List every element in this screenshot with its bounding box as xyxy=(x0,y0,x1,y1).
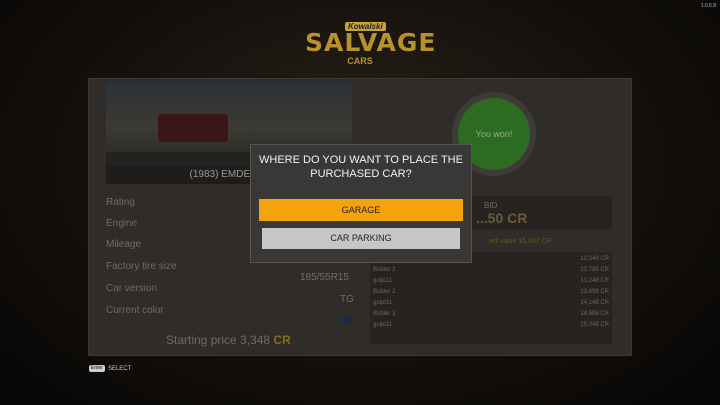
spec-label-color: Current color xyxy=(106,305,164,316)
car-parking-button[interactable]: CAR PARKING xyxy=(262,228,460,249)
garage-button[interactable]: GARAGE xyxy=(259,199,463,221)
spec-label-engine: Engine xyxy=(106,218,138,229)
bid-box: BID ...50 CR xyxy=(470,196,612,230)
spec-label-rating: Rating xyxy=(106,197,135,208)
estimated-value: ...ed value 16,657 CR xyxy=(484,238,552,245)
bidder-value: 12,348 CR xyxy=(580,256,609,262)
footer-hint: Enter SELECT xyxy=(89,365,131,372)
bid-value: ...50 CR xyxy=(476,210,527,226)
bidder-value: 13,248 CR xyxy=(580,278,609,284)
bidder-name: Bidder 2 xyxy=(373,289,396,295)
bidder-name: Bidder 3 xyxy=(373,311,396,317)
bid-label: BID xyxy=(484,201,498,210)
logo-top: Kowalski xyxy=(345,22,386,31)
bidder-value: 15,048 CR xyxy=(580,322,609,328)
enter-key-icon: Enter xyxy=(89,365,105,372)
bidder-name: Bidder 3 xyxy=(373,267,396,273)
version-label: 1.0.5.8 xyxy=(700,3,716,9)
bidder-name: golpl11 xyxy=(373,278,392,284)
spec-value-tire: 185/55R15 xyxy=(300,272,349,283)
starting-price-label: Starting price 3,348 xyxy=(166,333,271,347)
bidder-value: 13,698 CR xyxy=(580,289,609,295)
game-logo: SALVAGE Kowalski CARS xyxy=(305,20,437,66)
bidder-name: golpl11 xyxy=(373,300,392,306)
bidder-value: 14,148 CR xyxy=(580,300,609,306)
select-hint-label: SELECT xyxy=(107,365,132,372)
bidder-value: 12,788 CR xyxy=(580,267,609,273)
placement-dialog: WHERE DO YOU WANT TO PLACE THE PURCHASED… xyxy=(250,144,472,263)
car-image xyxy=(158,114,228,142)
spec-label-mileage: Mileage xyxy=(106,239,142,250)
spec-value-version: TG xyxy=(340,294,354,305)
dialog-title-line2: PURCHASED CAR? xyxy=(310,168,412,180)
dialog-title-line1: WHERE DO YOU WANT TO PLACE THE xyxy=(259,154,463,166)
spec-label-version: Car version xyxy=(106,283,158,294)
dialog-title: WHERE DO YOU WANT TO PLACE THE PURCHASED… xyxy=(251,153,471,181)
starting-price: Starting price 3,348 CR xyxy=(166,333,291,347)
bidder-name: golpl11 xyxy=(373,322,392,328)
starting-price-currency: CR xyxy=(273,333,291,347)
bidder-list: 12,348 CR Bidder 3 12,788 CR golpl11 13,24… xyxy=(370,252,612,344)
bidder-value: 14,598 CR xyxy=(580,311,609,317)
logo-sub: CARS xyxy=(347,56,373,66)
logo-main: SALVAGE xyxy=(305,28,437,57)
bid-currency: CR xyxy=(507,210,528,226)
color-swatch xyxy=(342,316,350,324)
spec-label-tire: Factory tire size xyxy=(106,261,177,272)
bid-amount: ...50 xyxy=(476,210,504,226)
